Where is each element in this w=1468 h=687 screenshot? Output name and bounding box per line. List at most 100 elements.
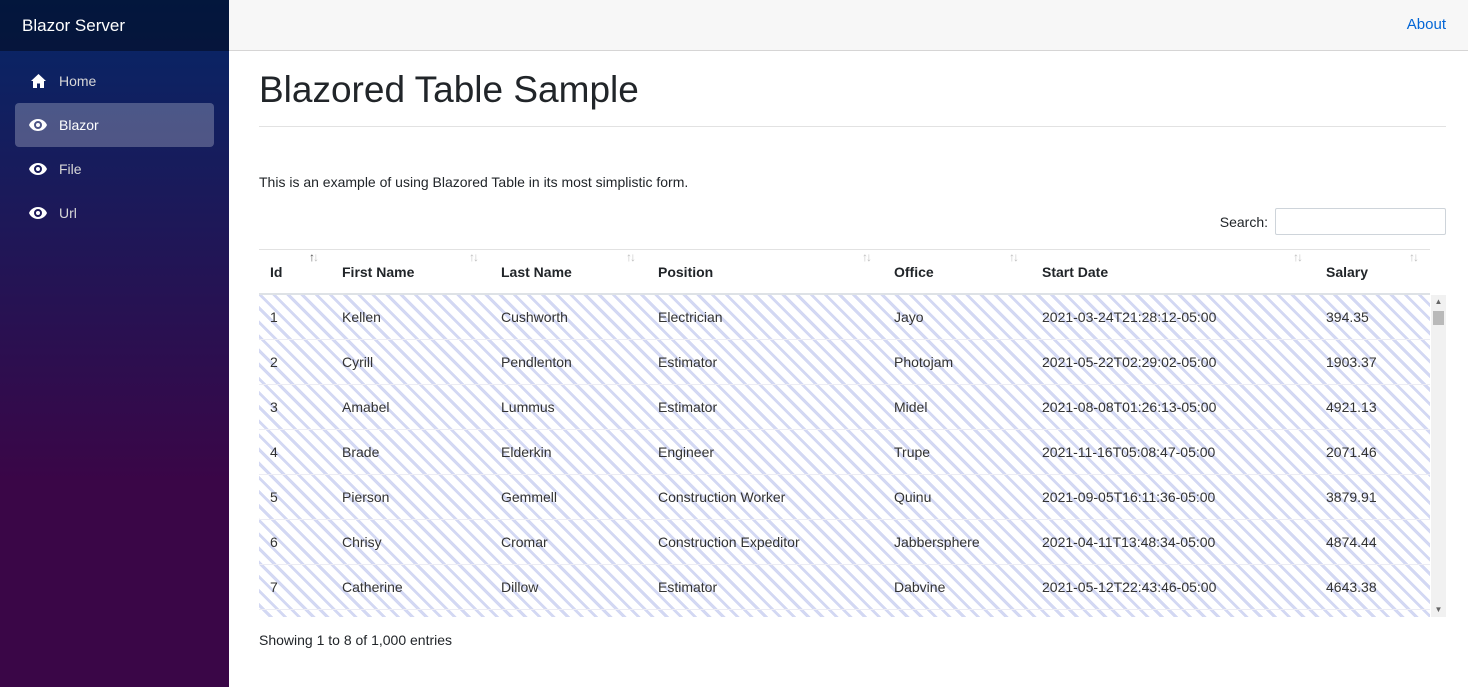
cell-start-date: 2021-08-08T01:26:13-05:00 [1042, 399, 1217, 415]
cell-start-date: 2021-05-22T02:29:02-05:00 [1042, 354, 1217, 370]
sidebar-nav: Home Blazor File Url [0, 51, 229, 235]
cell-position: Construction Worker [658, 489, 786, 505]
table-body: 1 Kellen Cushworth Electrician Jayo 2021… [259, 295, 1430, 617]
cell-last-name: Cromar [501, 534, 548, 550]
cell-id: 1 [270, 309, 278, 325]
intro-text: This is an example of using Blazored Tab… [259, 174, 689, 190]
cell-first-name: Brade [342, 444, 380, 460]
sort-icon[interactable]: ↑↓ [469, 250, 479, 264]
cell-office: Trupe [894, 444, 931, 460]
cell-position: Estimator [658, 579, 718, 595]
divider [259, 126, 1446, 127]
sort-icon[interactable]: ↑↓ [1409, 250, 1419, 264]
page-title: Blazored Table Sample [259, 69, 639, 110]
eye-icon [29, 160, 47, 178]
table-scrollbar[interactable]: ▲ ▼ [1431, 295, 1446, 617]
cell-office: Dabvine [894, 579, 946, 595]
cell-salary: 3879.91 [1326, 489, 1377, 505]
main-content: Blazored Table Sample This is an example… [259, 51, 1446, 648]
cell-id: 6 [270, 534, 278, 550]
cell-first-name: Pierson [342, 489, 390, 505]
about-link[interactable]: About [1407, 16, 1446, 33]
cell-office: Jabbersphere [894, 534, 980, 550]
search-input[interactable] [1275, 208, 1446, 235]
cell-first-name: Catherine [342, 579, 403, 595]
cell-last-name: Gemmell [501, 489, 558, 505]
cell-office: Photojam [894, 354, 954, 370]
cell-last-name: Lummus [501, 399, 555, 415]
cell-start-date: 2021-11-16T05:08:47-05:00 [1042, 444, 1216, 460]
cell-last-name: Pendlenton [501, 354, 572, 370]
table-row[interactable]: 2 Cyrill Pendlenton Estimator Photojam 2… [259, 340, 1430, 385]
column-header-position[interactable]: Position [658, 250, 713, 294]
sort-icon[interactable]: ↑↓ [1009, 250, 1019, 264]
home-icon [29, 72, 47, 90]
scroll-up-arrow-icon[interactable]: ▲ [1431, 295, 1446, 309]
sort-icon[interactable]: ↑↓ [862, 250, 872, 264]
cell-salary: 394.35 [1326, 309, 1369, 325]
eye-icon [29, 116, 47, 134]
sidebar-item-blazor[interactable]: Blazor [15, 103, 214, 147]
cell-first-name: Chrisy [342, 534, 382, 550]
cell-start-date: 2021-03-24T21:28:12-05:00 [1042, 309, 1217, 325]
sidebar-item-label: Home [59, 73, 97, 89]
sort-icon[interactable]: ↑↓ [626, 250, 636, 264]
search-row: Search: [1220, 208, 1446, 235]
cell-salary: 1903.37 [1326, 354, 1377, 370]
sidebar-item-label: Blazor [59, 117, 99, 133]
scroll-thumb[interactable] [1433, 311, 1444, 325]
sidebar: Blazor Server Home Blazor File Url [0, 0, 229, 687]
cell-salary: 2071.46 [1326, 444, 1377, 460]
cell-office: Quinu [894, 489, 932, 505]
cell-id: 4 [270, 444, 278, 460]
cell-position: Estimator [658, 354, 718, 370]
cell-office: Midel [894, 399, 928, 415]
column-header-start-date[interactable]: Start Date [1042, 250, 1108, 294]
cell-id: 5 [270, 489, 278, 505]
cell-id: 7 [270, 579, 278, 595]
table-row[interactable]: 1 Kellen Cushworth Electrician Jayo 2021… [259, 295, 1430, 340]
cell-last-name: Elderkin [501, 444, 552, 460]
cell-position: Estimator [658, 399, 718, 415]
top-bar: About [229, 0, 1468, 51]
search-label: Search: [1219, 213, 1268, 230]
sidebar-item-label: File [59, 161, 82, 177]
table-row[interactable]: 5 Pierson Gemmell Construction Worker Qu… [259, 475, 1430, 520]
brand-title[interactable]: Blazor Server [0, 0, 229, 51]
sort-icon[interactable]: ↑↓ [1293, 250, 1303, 264]
column-header-first-name[interactable]: First Name [342, 250, 414, 294]
cell-salary: 4874.44 [1326, 534, 1377, 550]
sidebar-item-label: Url [59, 205, 77, 221]
cell-salary: 4643.38 [1326, 579, 1377, 595]
table-row[interactable]: 4 Brade Elderkin Engineer Trupe 2021-11-… [259, 430, 1430, 475]
table-row[interactable]: 3 Amabel Lummus Estimator Midel 2021-08-… [259, 385, 1430, 430]
cell-start-date: 2021-04-11T13:48:34-05:00 [1042, 534, 1216, 550]
table-row[interactable]: 6 Chrisy Cromar Construction Expeditor J… [259, 520, 1430, 565]
column-header-office[interactable]: Office [894, 250, 934, 294]
column-header-id[interactable]: Id [270, 250, 282, 294]
sidebar-item-file[interactable]: File [15, 147, 214, 191]
sidebar-item-home[interactable]: Home [15, 59, 214, 103]
column-header-last-name[interactable]: Last Name [501, 250, 572, 294]
cell-first-name: Kellen [342, 309, 381, 325]
cell-id: 2 [270, 354, 278, 370]
cell-start-date: 2021-05-12T22:43:46-05:00 [1042, 579, 1217, 595]
cell-position: Construction Expeditor [658, 534, 800, 550]
column-header-salary[interactable]: Salary [1326, 250, 1368, 294]
scroll-down-arrow-icon[interactable]: ▼ [1431, 603, 1446, 617]
table-row[interactable]: 7 Catherine Dillow Estimator Dabvine 202… [259, 565, 1430, 610]
cell-first-name: Amabel [342, 399, 390, 415]
table-header: Id ↑↓ First Name ↑↓ Last Name ↑↓ Positio… [259, 249, 1430, 295]
sort-icon[interactable]: ↑↓ [309, 250, 319, 264]
cell-position: Electrician [658, 309, 723, 325]
cell-office: Jayo [894, 309, 924, 325]
cell-last-name: Dillow [501, 579, 539, 595]
table-info: Showing 1 to 8 of 1,000 entries [259, 632, 453, 648]
cell-start-date: 2021-09-05T16:11:36-05:00 [1042, 489, 1216, 505]
cell-last-name: Cushworth [501, 309, 568, 325]
eye-icon [29, 204, 47, 222]
cell-position: Engineer [658, 444, 715, 460]
data-table: Id ↑↓ First Name ↑↓ Last Name ↑↓ Positio… [259, 249, 1446, 617]
cell-first-name: Cyrill [342, 354, 374, 370]
sidebar-item-url[interactable]: Url [15, 191, 214, 235]
